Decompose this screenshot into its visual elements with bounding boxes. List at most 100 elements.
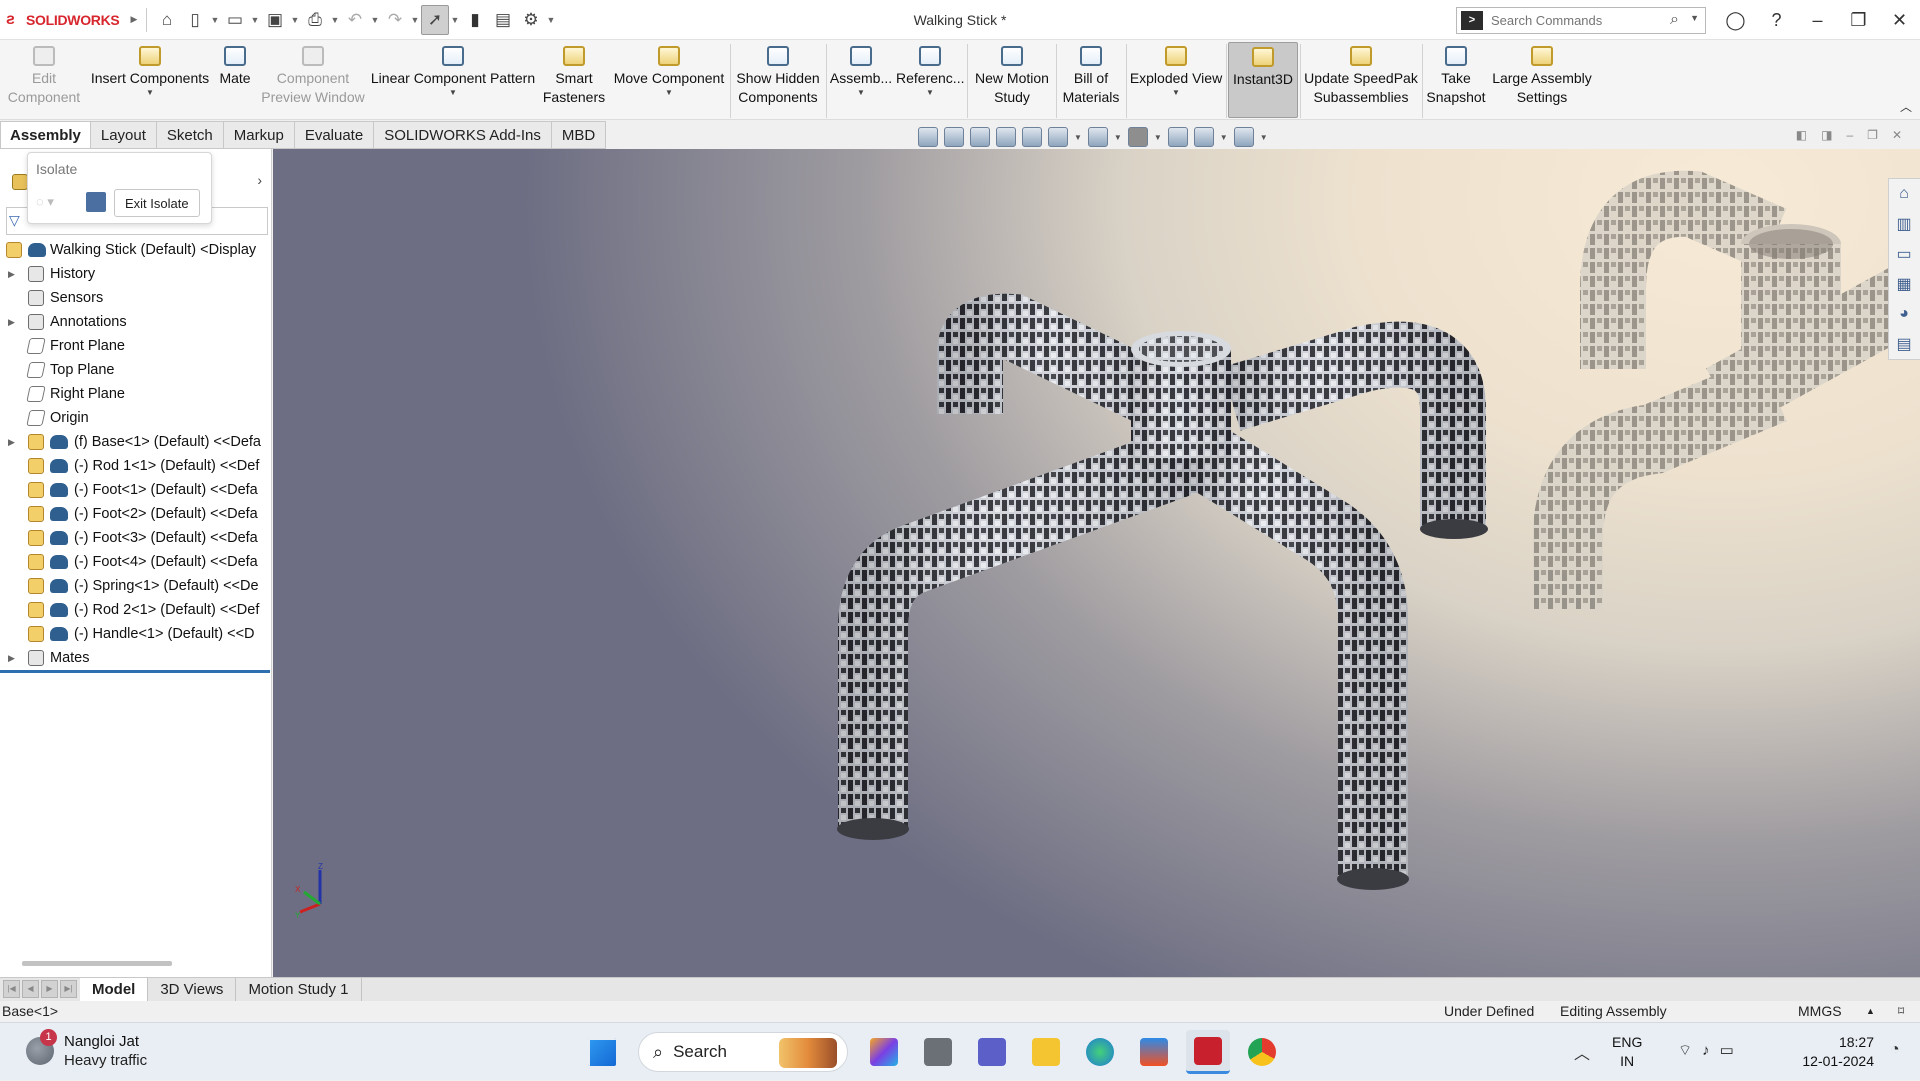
bill-of-materials-button[interactable]: Bill of Materials	[1058, 42, 1124, 118]
update-speedpak-button[interactable]: Update SpeedPak Subassemblies	[1302, 42, 1420, 118]
tree-item[interactable]: (-) Rod 2<1> (Default) <<Def	[0, 598, 271, 622]
expand-arrow-icon[interactable]: ▶	[8, 262, 15, 286]
take-snapshot-button[interactable]: Take Snapshot	[1424, 42, 1488, 118]
open-folder-icon[interactable]: ▭	[221, 5, 249, 35]
component-preview-button[interactable]: Component Preview Window	[258, 42, 368, 118]
tab-assembly[interactable]: Assembly	[0, 121, 91, 149]
weather-widget[interactable]: 1 Nangloi Jat Heavy traffic	[22, 1029, 202, 1073]
display-style-dropdown[interactable]: ◌ ▾	[36, 190, 74, 214]
file-explorer-app[interactable]	[1024, 1030, 1068, 1074]
network-volume-battery-icons[interactable]: ⌔♪▭	[1678, 1041, 1744, 1060]
display-style-icon[interactable]	[1087, 127, 1108, 147]
chevron-down-icon[interactable]: ▼	[1128, 88, 1224, 98]
section-view-icon[interactable]	[996, 127, 1016, 147]
viewport-restore-icon[interactable]: ❐	[1867, 128, 1878, 142]
units-chevron-icon[interactable]: ▲	[1866, 1001, 1875, 1022]
chevron-down-icon[interactable]: ▼	[612, 88, 726, 98]
split-view-right-icon[interactable]: ◨	[1821, 128, 1832, 142]
mate-button[interactable]: Mate	[212, 42, 258, 118]
units-selector[interactable]: MMGS	[1798, 1001, 1842, 1022]
flyout-arrow-icon[interactable]: ▶	[128, 14, 140, 25]
tree-item[interactable]: ▶ Annotations	[0, 310, 271, 334]
chevron-down-icon[interactable]: ▼	[289, 15, 301, 25]
tab-markup[interactable]: Markup	[223, 121, 295, 149]
chevron-down-icon[interactable]: ▼	[828, 88, 894, 98]
home-icon[interactable]: ⌂	[153, 5, 181, 35]
dynamic-annotation-icon[interactable]	[1022, 127, 1042, 147]
chevron-down-icon[interactable]: ▼	[329, 15, 341, 25]
prev-tab-icon[interactable]: ◀	[22, 979, 39, 998]
zoom-to-fit-icon[interactable]	[918, 127, 938, 147]
chevron-down-icon[interactable]: ▼	[409, 15, 421, 25]
walking-stick-base-model[interactable]	[273, 149, 1920, 977]
tab-add-ins[interactable]: SOLIDWORKS Add-Ins	[374, 121, 552, 149]
traffic-light-icon[interactable]: ▮	[461, 5, 489, 35]
design-library-icon[interactable]: ▥	[1889, 209, 1919, 239]
exit-isolate-button[interactable]: Exit Isolate	[114, 189, 200, 217]
solidworks-resources-icon[interactable]: ⌂	[1889, 179, 1919, 209]
move-component-button[interactable]: Move Component ▼	[612, 42, 726, 118]
hide-show-items-icon[interactable]	[1127, 127, 1148, 147]
new-motion-study-button[interactable]: New Motion Study	[970, 42, 1054, 118]
collapse-ribbon-icon[interactable]: ︿	[1900, 98, 1912, 115]
save-as-state-icon[interactable]	[86, 192, 106, 212]
notifications-bell-icon[interactable]: ◔	[1890, 1041, 1900, 1059]
viewport-minimize-icon[interactable]: –	[1846, 128, 1853, 142]
tree-item[interactable]: (-) Spring<1> (Default) <<De	[0, 574, 271, 598]
tree-item[interactable]: (-) Foot<1> (Default) <<Defa	[0, 478, 271, 502]
tree-item[interactable]: Top Plane	[0, 358, 271, 382]
filter-funnel-icon[interactable]: ▽	[9, 212, 20, 229]
appearances-icon[interactable]: ◕	[1889, 299, 1919, 329]
chevron-down-icon[interactable]: ▼	[896, 88, 964, 98]
large-assembly-settings-button[interactable]: Large Assembly Settings	[1490, 42, 1594, 118]
expand-arrow-icon[interactable]: ▶	[8, 430, 15, 454]
tree-item[interactable]: Right Plane	[0, 382, 271, 406]
solidworks-logo[interactable]: ƨ SOLIDWORKS	[6, 11, 128, 28]
tree-item[interactable]: Origin	[0, 406, 271, 430]
tab-model[interactable]: Model	[80, 978, 149, 1001]
start-button[interactable]	[580, 1030, 624, 1074]
expand-arrow-icon[interactable]: ▶	[8, 310, 15, 334]
view-settings-icon[interactable]	[1233, 127, 1254, 147]
exploded-view-button[interactable]: Exploded View ▼	[1128, 42, 1224, 118]
tree-item[interactable]: Front Plane	[0, 334, 271, 358]
horizontal-scrollbar[interactable]	[22, 961, 172, 966]
new-document-icon[interactable]: ▯	[181, 5, 209, 35]
tab-evaluate[interactable]: Evaluate	[294, 121, 375, 149]
view-palette-icon[interactable]: ▦	[1889, 269, 1919, 299]
zoom-to-area-icon[interactable]	[944, 127, 964, 147]
reference-geometry-button[interactable]: Referenc... ▼	[896, 42, 964, 118]
chevron-right-icon[interactable]: ›	[257, 172, 262, 188]
viewport-close-icon[interactable]: ✕	[1892, 128, 1902, 142]
split-view-left-icon[interactable]: ◧	[1796, 128, 1807, 142]
chevron-down-icon[interactable]: ▼	[370, 88, 536, 98]
insert-components-button[interactable]: Insert Components ▼	[88, 42, 212, 118]
magnifier-icon[interactable]: ⌕	[1670, 11, 1679, 29]
feature-manager-tab-icon[interactable]	[12, 174, 28, 190]
search-input[interactable]	[1491, 13, 1661, 28]
tree-item[interactable]: (-) Foot<3> (Default) <<Defa	[0, 526, 271, 550]
assembly-features-button[interactable]: Assemb... ▼	[828, 42, 894, 118]
tab-mbd[interactable]: MBD	[551, 121, 607, 149]
search-commands-box[interactable]: > ⌕ ▼	[1456, 7, 1706, 34]
chevron-down-icon[interactable]: ▼	[88, 88, 212, 98]
print-icon[interactable]: ⎙	[301, 5, 329, 35]
tree-item[interactable]: Sensors	[0, 286, 271, 310]
tree-item[interactable]: (-) Rod 1<1> (Default) <<Def	[0, 454, 271, 478]
tags-icon[interactable]: ⌑	[1898, 1001, 1904, 1022]
edit-component-button[interactable]: Edit Component	[2, 42, 86, 118]
task-view-app[interactable]	[916, 1030, 960, 1074]
file-properties-icon[interactable]: ▤	[489, 5, 517, 35]
custom-properties-icon[interactable]: ▤	[1889, 329, 1919, 359]
tree-item[interactable]: ▶ History	[0, 262, 271, 286]
smart-fasteners-button[interactable]: Smart Fasteners	[536, 42, 612, 118]
restore-button[interactable]: ❐	[1838, 0, 1879, 40]
redo-icon[interactable]: ↷	[381, 5, 409, 35]
chevron-down-icon[interactable]: ▼	[449, 15, 461, 25]
chevron-down-icon[interactable]: ▼	[249, 15, 261, 25]
close-button[interactable]: ✕	[1879, 0, 1920, 40]
store-app[interactable]	[1132, 1030, 1176, 1074]
linear-pattern-button[interactable]: Linear Component Pattern ▼	[370, 42, 536, 118]
help-icon[interactable]: ?	[1756, 0, 1797, 40]
options-gear-icon[interactable]: ⚙	[517, 5, 545, 35]
